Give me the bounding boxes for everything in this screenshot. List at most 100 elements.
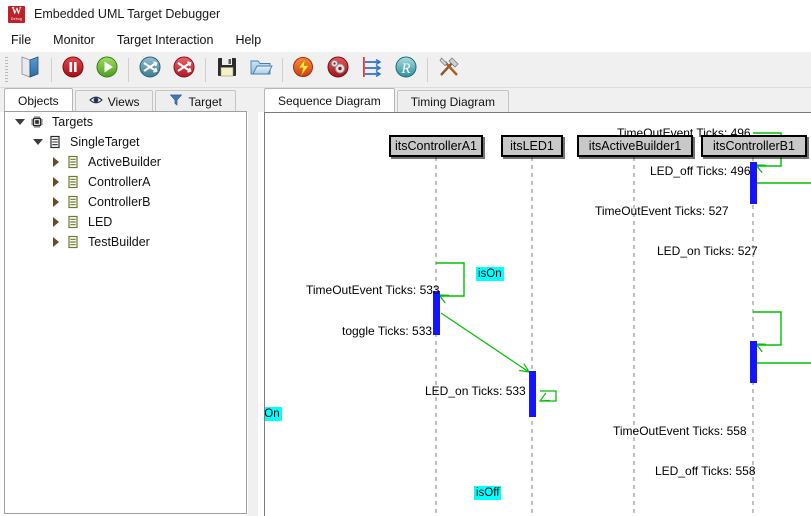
object-tree-panel: Targets SingleTarget ActiveBuilder Controll… xyxy=(4,111,247,514)
tab-label: Views xyxy=(107,94,140,109)
tools-icon xyxy=(436,54,462,85)
tree-down-arrow-icon[interactable] xyxy=(13,116,26,129)
toolbar-separator xyxy=(128,57,129,82)
tree-item-activebuilder[interactable]: ActiveBuilder xyxy=(5,152,246,172)
tree-item-label: ActiveBuilder xyxy=(88,155,161,169)
message-timeoutevent-558[interactable]: TimeOutEvent Ticks: 558 xyxy=(613,424,747,438)
message-led-off-558[interactable]: LED_off Ticks: 558 xyxy=(655,464,756,478)
sequence-diagram-panel: itsControllerA1 itsLED1 itsActiveBuilder1 i… xyxy=(264,112,811,516)
svg-text:R: R xyxy=(400,61,410,77)
shuffle-red-icon[interactable] xyxy=(168,54,200,86)
book-icon[interactable] xyxy=(14,54,46,86)
tree-right-arrow-icon[interactable] xyxy=(49,236,62,249)
self-message-timeoutevent-533 xyxy=(436,262,465,304)
state-ison[interactable]: isOn xyxy=(476,267,504,281)
message-led-on-527[interactable]: LED_on Ticks: 527 xyxy=(657,244,758,258)
lightning-icon xyxy=(291,54,317,85)
tree-right-arrow-icon[interactable] xyxy=(49,156,62,169)
message-arrow-toggle-533 xyxy=(440,312,531,373)
target-icon xyxy=(47,135,63,149)
tree-item-label: Targets xyxy=(52,115,93,129)
eye-icon xyxy=(88,94,103,109)
menu-target-interaction[interactable]: Target Interaction xyxy=(115,31,224,49)
message-timeoutevent-527[interactable]: TimeOutEvent Ticks: 527 xyxy=(595,204,729,218)
self-message-led-on-533 xyxy=(538,390,557,402)
lifeline-itsled1[interactable]: itsLED1 xyxy=(501,135,563,157)
title-bar: W Debug Embedded UML Target Debugger xyxy=(0,0,811,28)
tree-right-arrow-icon[interactable] xyxy=(49,196,62,209)
lightning-icon[interactable] xyxy=(288,54,320,86)
message-timeoutevent-496[interactable]: TimeOutEvent Ticks: 496 xyxy=(617,126,751,140)
panel-splitter[interactable] xyxy=(248,88,258,516)
tree-item-label: LED xyxy=(88,215,113,229)
tree-item-label: TestBuilder xyxy=(88,235,150,249)
rhapsody-r-icon: R xyxy=(393,54,419,85)
tab-label: Sequence Diagram xyxy=(278,93,381,108)
shuffle-teal-icon[interactable] xyxy=(134,54,166,86)
activation-bar[interactable] xyxy=(529,371,536,417)
object-icon xyxy=(65,175,81,189)
play-icon[interactable] xyxy=(91,54,123,86)
tab-label: Target xyxy=(188,94,222,109)
tab-label: Timing Diagram xyxy=(410,94,495,109)
open-folder-icon[interactable] xyxy=(245,54,277,86)
tree-right-arrow-icon[interactable] xyxy=(49,216,62,229)
tree-item-testbuilder[interactable]: TestBuilder xyxy=(5,232,246,252)
activation-bar[interactable] xyxy=(750,341,757,383)
tree-item-controllerb[interactable]: ControllerB xyxy=(5,192,246,212)
menu-file[interactable]: File xyxy=(9,31,41,49)
tab-sequence-diagram[interactable]: Sequence Diagram xyxy=(264,88,395,112)
save-floppy-icon[interactable] xyxy=(211,54,243,86)
play-icon xyxy=(94,54,120,85)
app-icon: W Debug xyxy=(8,5,25,23)
tree-down-arrow-icon[interactable] xyxy=(31,136,44,149)
tree-item-controllera[interactable]: ControllerA xyxy=(5,172,246,192)
state-ison[interactable]: isOn xyxy=(265,407,282,421)
state-isoff[interactable]: isOff xyxy=(474,486,502,500)
toolbar: R xyxy=(0,52,811,88)
toolbar-separator xyxy=(282,57,283,82)
message-toggle-533[interactable]: toggle Ticks: 533 xyxy=(342,324,432,338)
activation-bar[interactable] xyxy=(750,162,757,204)
gears-red-icon[interactable] xyxy=(322,54,354,86)
tree-item-led[interactable]: LED xyxy=(5,212,246,232)
toolbar-separator xyxy=(427,57,428,82)
tab-objects[interactable]: Objects xyxy=(4,88,73,112)
activation-bar[interactable] xyxy=(433,291,440,335)
tab-views[interactable]: Views xyxy=(74,90,154,112)
sequence-diagram-canvas[interactable]: itsControllerA1 itsLED1 itsActiveBuilder1 i… xyxy=(265,113,811,516)
tree-item-label: ControllerA xyxy=(88,175,151,189)
self-message-timeoutevent-527 xyxy=(753,311,782,353)
lifeline-itscontrollera1[interactable]: itsControllerA1 xyxy=(389,135,483,157)
tools-icon[interactable] xyxy=(433,54,465,86)
book-icon xyxy=(17,54,43,85)
app-icon-sublabel: Debug xyxy=(11,16,22,21)
object-icon xyxy=(65,215,81,229)
tab-target[interactable]: Target xyxy=(155,90,236,112)
menu-help[interactable]: Help xyxy=(233,31,271,49)
tree-item-singletarget[interactable]: SingleTarget xyxy=(5,132,246,152)
tree-item-label: SingleTarget xyxy=(70,135,140,149)
tab-label: Objects xyxy=(18,93,59,108)
message-led-on-533[interactable]: LED_on Ticks: 533 xyxy=(425,384,526,398)
pause-icon[interactable] xyxy=(57,54,89,86)
menu-monitor[interactable]: Monitor xyxy=(51,31,105,49)
object-icon xyxy=(65,195,81,209)
tree-right-arrow-icon[interactable] xyxy=(49,176,62,189)
sequence-arrows-icon[interactable] xyxy=(356,54,388,86)
message-led-off-496[interactable]: LED_off Ticks: 496 xyxy=(650,164,751,178)
menu-bar: File Monitor Target Interaction Help xyxy=(0,28,811,52)
sequence-arrows-icon xyxy=(359,54,385,85)
tree-item-targets[interactable]: Targets xyxy=(5,112,246,132)
message-timeoutevent-533[interactable]: TimeOutEvent Ticks: 533 xyxy=(306,283,440,297)
toolbar-separator xyxy=(51,57,52,82)
object-icon xyxy=(65,155,81,169)
object-icon xyxy=(65,235,81,249)
toolbar-separator xyxy=(205,57,206,82)
toolbar-drag-handle[interactable] xyxy=(2,56,11,83)
rhapsody-r-icon[interactable]: R xyxy=(390,54,422,86)
shuffle-teal-icon xyxy=(137,54,163,85)
tab-timing-diagram[interactable]: Timing Diagram xyxy=(396,90,509,112)
right-tab-strip: Sequence Diagram Timing Diagram xyxy=(258,88,811,112)
save-floppy-icon xyxy=(214,54,240,85)
